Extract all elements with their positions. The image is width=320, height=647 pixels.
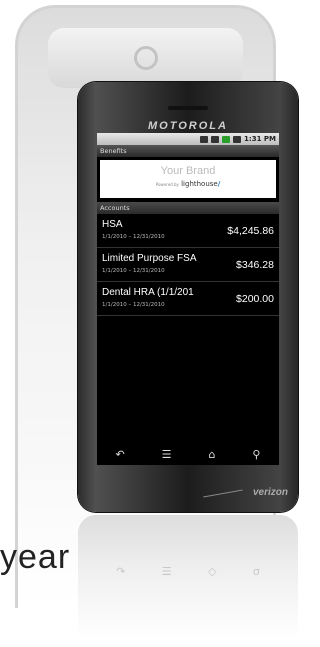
- reflection-back-icon: ↷: [116, 565, 126, 578]
- verizon-check-icon: [203, 489, 243, 498]
- account-dates: 1/1/2010 – 12/31/2010: [102, 302, 165, 308]
- reflection-menu-icon: ☰: [161, 565, 172, 578]
- powered-by: Powered by lighthouse/: [100, 180, 276, 188]
- list-item[interactable]: Dental HRA (1/1/201 1/1/2010 – 12/31/201…: [97, 282, 279, 316]
- account-name: Limited Purpose FSA: [102, 253, 197, 264]
- account-dates: 1/1/2010 – 12/31/2010: [102, 268, 165, 274]
- account-dates: 1/1/2010 – 12/31/2010: [102, 234, 165, 240]
- alarm-icon: [233, 135, 242, 143]
- app-title: Benefits: [97, 145, 279, 157]
- earpiece: [168, 106, 208, 110]
- signal-icon: [211, 135, 220, 143]
- powered-by-label: Powered by: [155, 182, 179, 187]
- account-amount: $200.00: [234, 293, 274, 305]
- usb-icon: [200, 135, 209, 143]
- search-icon[interactable]: ⚲: [252, 448, 260, 461]
- menu-icon[interactable]: ☰: [162, 448, 172, 461]
- status-time: 1:31 PM: [244, 135, 276, 143]
- battery-icon: [222, 135, 231, 143]
- banner-brand: Your Brand: [160, 165, 216, 177]
- account-name: HSA: [102, 219, 123, 230]
- side-text: year: [0, 538, 71, 576]
- status-bar: 1:31 PM: [97, 133, 279, 145]
- section-header: Accounts: [97, 202, 279, 214]
- carrier-logo: verizon: [252, 487, 288, 498]
- account-amount: $346.28: [234, 259, 274, 271]
- reflection-search-icon: σ: [252, 565, 260, 578]
- list-item[interactable]: Limited Purpose FSA 1/1/2010 – 12/31/201…: [97, 248, 279, 282]
- reflection-nav: ↷ ☰ ◇ σ: [98, 565, 278, 578]
- phone-chin: verizon: [78, 474, 298, 504]
- reflection-home-icon: ◇: [207, 565, 217, 578]
- list-item[interactable]: HSA 1/1/2010 – 12/31/2010 $4,245.86: [97, 214, 279, 248]
- back-icon[interactable]: ↶: [115, 448, 124, 461]
- home-icon[interactable]: ⌂: [208, 448, 215, 461]
- nav-bar: ↶ ☰ ⌂ ⚲: [97, 443, 279, 465]
- droid-phone: MOTOROLA 1:31 PM Benefits Your Brand Pow…: [78, 82, 298, 512]
- phone-top-cap: [48, 28, 243, 88]
- account-name: Dental HRA (1/1/201: [102, 287, 194, 298]
- phone-screen: 1:31 PM Benefits Your Brand Powered by l…: [97, 133, 279, 465]
- camera-icon: [133, 46, 158, 70]
- brand-banner: Your Brand Powered by lighthouse/: [100, 160, 276, 198]
- lighthouse-logo-icon: /: [217, 180, 221, 188]
- phone-brand: MOTOROLA: [148, 120, 228, 132]
- account-amount: $4,245.86: [225, 225, 274, 237]
- phone-reflection: ↷ ☰ ◇ σ: [78, 515, 298, 640]
- powered-by-name: lighthouse: [181, 180, 218, 188]
